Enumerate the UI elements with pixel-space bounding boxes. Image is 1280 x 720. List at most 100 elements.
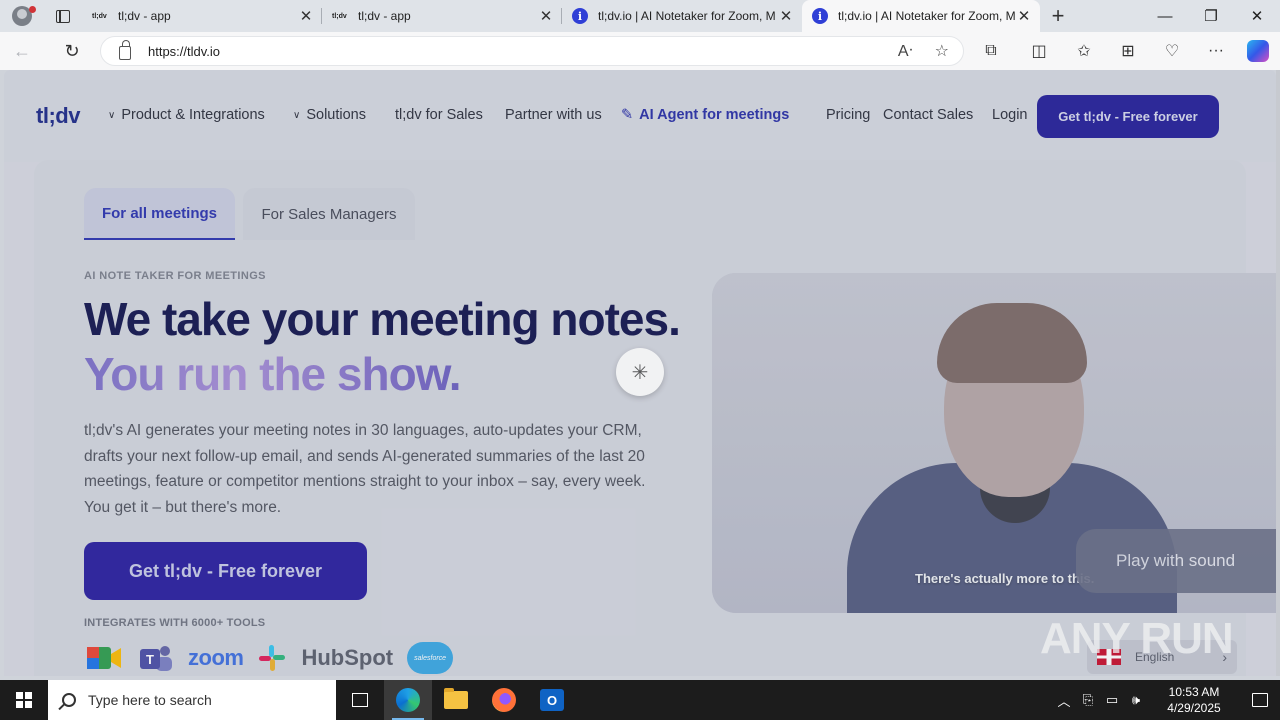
audience-tabs: For all meetings For Sales Managers xyxy=(84,188,415,240)
edge-icon xyxy=(396,688,420,712)
headline-part-2: You run the show. xyxy=(84,348,462,400)
copilot-icon[interactable] xyxy=(1240,32,1276,70)
url-field[interactable]: https://tldv.io Aᐧ ☆ xyxy=(100,36,964,66)
hero-headline: We take your meeting notes. You run the … xyxy=(84,292,684,402)
minimize-icon[interactable]: — xyxy=(1142,0,1188,32)
nav-contact-sales[interactable]: Contact Sales xyxy=(883,107,973,123)
start-button[interactable] xyxy=(0,680,48,720)
tab-actions-icon xyxy=(56,9,70,23)
tab-title: tl;dv.io | AI Notetaker for Zoom, M xyxy=(598,9,776,23)
nav-sales[interactable]: tl;dv for Sales xyxy=(395,107,483,123)
network-icon[interactable]: ▭ xyxy=(1100,692,1124,708)
profile-button[interactable] xyxy=(0,0,44,32)
clock-time: 10:53 AM xyxy=(1168,685,1220,699)
headline-part-1: We take your meeting notes. xyxy=(84,293,681,345)
tab-sales-managers[interactable]: For Sales Managers xyxy=(243,188,415,240)
favorites-icon[interactable]: ✩ xyxy=(1066,32,1102,70)
window-controls: — ❐ ✕ xyxy=(1142,0,1280,32)
nav-label: Pricing xyxy=(826,107,871,123)
notifications-button[interactable] xyxy=(1240,693,1280,707)
back-button[interactable]: ← xyxy=(0,32,44,70)
firefox-icon xyxy=(492,688,516,712)
search-icon xyxy=(62,693,76,707)
outlook-icon: O xyxy=(540,689,564,711)
nav-ai-agent[interactable]: ✎ AI Agent for meetings xyxy=(621,107,789,123)
magic-wand-icon: ✎ xyxy=(621,107,634,123)
task-view-button[interactable] xyxy=(336,680,384,720)
page-scrollbar[interactable] xyxy=(1276,70,1280,676)
nav-label: Partner with us xyxy=(505,107,602,123)
integration-logos: T zoom HubSpot salesforce xyxy=(84,642,454,674)
browser-tab-1[interactable]: tl;dv tl;dv - app ✕ xyxy=(82,0,322,32)
slack-icon xyxy=(257,642,287,674)
browser-tab-3[interactable]: i tl;dv.io | AI Notetaker for Zoom, M ✕ xyxy=(562,0,802,32)
lock-icon xyxy=(119,40,131,60)
page-viewport: tl;dv ∨ Product & Integrations ∨ Solutio… xyxy=(4,70,1276,676)
more-menu-icon[interactable]: ··· xyxy=(1198,32,1234,70)
favorite-star-icon[interactable]: ☆ xyxy=(935,41,949,61)
play-with-sound-button[interactable]: Play with sound xyxy=(1076,529,1276,593)
site-header: tl;dv ∨ Product & Integrations ∨ Solutio… xyxy=(4,70,1276,162)
integrations-label: INTEGRATES WITH 6000+ TOOLS xyxy=(84,617,266,629)
browser-tab-2[interactable]: tl;dv tl;dv - app ✕ xyxy=(322,0,562,32)
nav-product-integrations[interactable]: ∨ Product & Integrations xyxy=(108,107,265,123)
nav-partner[interactable]: Partner with us xyxy=(505,107,602,123)
header-cta-button[interactable]: Get tl;dv - Free forever xyxy=(1037,95,1219,138)
chevron-down-icon: ∨ xyxy=(293,109,301,121)
nav-label: AI Agent for meetings xyxy=(639,107,790,123)
notification-icon xyxy=(1252,693,1268,707)
collections-icon[interactable]: ⊞ xyxy=(1110,32,1146,70)
volume-icon[interactable]: 🕪 xyxy=(1124,692,1148,708)
browser-tab-4-active[interactable]: i tl;dv.io | AI Notetaker for Zoom, M ✕ xyxy=(802,0,1040,32)
google-meet-icon xyxy=(84,642,124,674)
outlook-button[interactable]: O xyxy=(528,680,576,720)
split-screen-icon[interactable]: ◫ xyxy=(1021,32,1057,70)
anyrun-watermark: ANY RUN xyxy=(1040,614,1234,664)
tab-all-meetings[interactable]: For all meetings xyxy=(84,188,235,240)
site-logo[interactable]: tl;dv xyxy=(36,103,80,129)
search-placeholder: Type here to search xyxy=(88,692,212,708)
system-tray: ︿ ⎘ ▭ 🕪 10:53 AM 4/29/2025 xyxy=(1052,680,1280,720)
close-icon[interactable]: ✕ xyxy=(538,7,554,25)
loading-spinner-icon: ✳ xyxy=(616,348,664,396)
tab-favicon: tl;dv xyxy=(332,12,347,20)
nav-pricing[interactable]: Pricing xyxy=(826,107,870,123)
tab-title: tl;dv - app xyxy=(118,9,171,23)
folder-icon xyxy=(444,688,468,709)
restore-icon[interactable]: ❐ xyxy=(1188,0,1234,32)
url-text: https://tldv.io xyxy=(148,43,221,59)
info-icon: i xyxy=(812,8,828,24)
edge-taskbar-button[interactable] xyxy=(384,680,432,720)
svg-text:T: T xyxy=(146,652,154,667)
watermark-text: ANY RUN xyxy=(1040,614,1234,663)
tab-title: tl;dv.io | AI Notetaker for Zoom, M xyxy=(838,9,1016,23)
browser-essentials-icon[interactable]: ♡ xyxy=(1154,32,1190,70)
chevron-up-icon[interactable]: ︿ xyxy=(1052,691,1076,710)
window-close-icon[interactable]: ✕ xyxy=(1234,0,1280,32)
nav-label: tl;dv for Sales xyxy=(395,107,483,123)
zoom-logo: zoom xyxy=(188,645,244,670)
close-icon[interactable]: ✕ xyxy=(1016,7,1032,25)
nav-solutions[interactable]: ∨ Solutions xyxy=(293,107,366,123)
browser-tab-strip: tl;dv tl;dv - app ✕ tl;dv tl;dv - app ✕ … xyxy=(0,0,1280,32)
nav-label: Solutions xyxy=(306,107,366,123)
nav-label: Login xyxy=(992,107,1028,123)
clock[interactable]: 10:53 AM 4/29/2025 xyxy=(1154,684,1234,716)
windows-taskbar: Type here to search O ︿ ⎘ ▭ 🕪 10:53 AM 4… xyxy=(0,680,1280,720)
close-icon[interactable]: ✕ xyxy=(298,7,314,25)
hero-description: tl;dv's AI generates your meeting notes … xyxy=(84,422,646,516)
read-aloud-icon[interactable]: Aᐧ xyxy=(898,41,913,61)
hero-cta-button[interactable]: Get tl;dv - Free forever xyxy=(84,542,367,600)
tab-actions-button[interactable] xyxy=(44,0,82,32)
firefox-button[interactable] xyxy=(480,680,528,720)
nav-login[interactable]: Login xyxy=(992,107,1027,123)
taskbar-search[interactable]: Type here to search xyxy=(48,680,336,720)
hero-eyebrow: AI NOTE TAKER FOR MEETINGS xyxy=(84,270,266,282)
new-tab-button[interactable]: + xyxy=(1040,0,1076,32)
close-icon[interactable]: ✕ xyxy=(778,7,794,25)
device-icon[interactable]: ⎘ xyxy=(1076,692,1100,708)
chevron-down-icon: ∨ xyxy=(108,109,116,121)
file-explorer-button[interactable] xyxy=(432,680,480,720)
extensions-icon[interactable]: ⧉ xyxy=(973,32,1009,70)
refresh-button[interactable]: ↻ xyxy=(50,32,94,70)
